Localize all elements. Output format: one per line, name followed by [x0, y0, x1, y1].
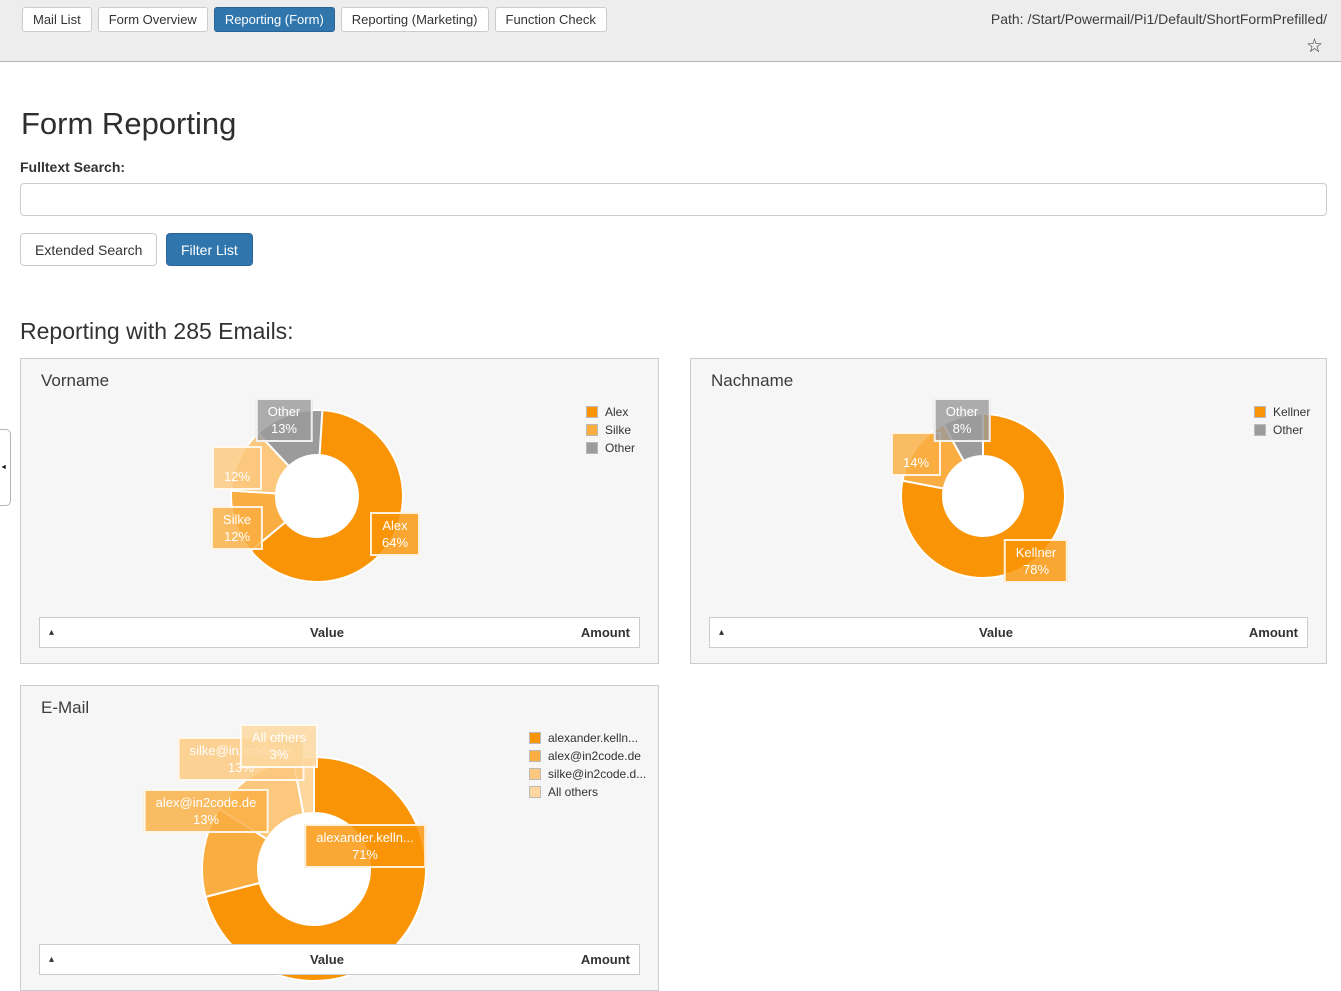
- chart-legend: Alex Silke Other: [586, 405, 635, 459]
- panel-title: Vorname: [41, 371, 109, 391]
- legend-swatch: [1254, 406, 1266, 418]
- bookmark-star-icon[interactable]: ☆: [1300, 36, 1329, 58]
- module-tabs: Mail List Form Overview Reporting (Form)…: [22, 7, 607, 32]
- slice-label: 12%: [212, 446, 262, 490]
- legend-item: Other: [586, 441, 635, 455]
- legend-label: All others: [548, 785, 598, 799]
- slice-label: alex@in2code.de13%: [144, 789, 269, 833]
- legend-label: alexander.kelln...: [548, 731, 638, 745]
- legend-item: alex@in2code.de: [529, 749, 646, 763]
- section-title: Reporting with 285 Emails:: [20, 318, 294, 345]
- tab-function-check[interactable]: Function Check: [495, 7, 607, 32]
- column-header-value[interactable]: Value: [73, 952, 581, 967]
- slice-label: alexander.kelln...71%: [304, 824, 426, 868]
- tab-form-overview[interactable]: Form Overview: [98, 7, 208, 32]
- result-table-header: ▴ Value Amount: [39, 617, 640, 648]
- fulltext-search-label: Fulltext Search:: [20, 159, 125, 175]
- column-header-amount[interactable]: Amount: [581, 625, 630, 640]
- legend-swatch: [529, 786, 541, 798]
- legend-item: All others: [529, 785, 646, 799]
- top-toolbar: Mail List Form Overview Reporting (Form)…: [0, 0, 1341, 62]
- collapse-left-icon: ◄: [0, 464, 7, 471]
- legend-item: alexander.kelln...: [529, 731, 646, 745]
- column-header-amount[interactable]: Amount: [581, 952, 630, 967]
- legend-label: Other: [1273, 423, 1303, 437]
- panel-title: Nachname: [711, 371, 793, 391]
- breadcrumb-path: Path: /Start/Powermail/Pi1/Default/Short…: [991, 11, 1327, 27]
- result-table-header: ▴ Value Amount: [39, 944, 640, 975]
- slice-label: Silke12%: [211, 506, 263, 550]
- legend-swatch: [586, 442, 598, 454]
- column-header-value[interactable]: Value: [73, 625, 581, 640]
- legend-label: silke@in2code.d...: [548, 767, 646, 781]
- slice-label: Alex64%: [370, 512, 420, 556]
- legend-label: Silke: [605, 423, 631, 437]
- legend-swatch: [529, 750, 541, 762]
- sidebar-collapse-handle[interactable]: ◄: [0, 429, 11, 506]
- sort-asc-icon[interactable]: ▴: [49, 627, 73, 638]
- sort-asc-icon[interactable]: ▴: [719, 627, 743, 638]
- chart-panel-vorname: Alex64% Silke12% 12%Other13% Alex Silke Othe…: [20, 358, 659, 664]
- tab-reporting-marketing[interactable]: Reporting (Marketing): [341, 7, 489, 32]
- legend-label: alex@in2code.de: [548, 749, 641, 763]
- legend-swatch: [529, 768, 541, 780]
- legend-item: Silke: [586, 423, 635, 437]
- slice-label: Other13%: [256, 398, 313, 442]
- page-title: Form Reporting: [21, 106, 236, 142]
- slice-label: Other8%: [934, 398, 991, 442]
- slice-label: All others3%: [240, 724, 318, 768]
- tab-reporting-form[interactable]: Reporting (Form): [214, 7, 335, 32]
- legend-swatch: [586, 424, 598, 436]
- chart-panel-nachname: Kellner78% 14%Other8%KellnerOther Nachna…: [690, 358, 1327, 664]
- legend-label: Alex: [605, 405, 628, 419]
- legend-swatch: [586, 406, 598, 418]
- filter-list-button[interactable]: Filter List: [166, 233, 253, 266]
- column-header-value[interactable]: Value: [743, 625, 1249, 640]
- chart-panel-email: alexander.kelln...71% alex@in2code.de13% s…: [20, 685, 659, 991]
- legend-item: Kellner: [1254, 405, 1310, 419]
- chart-legend: alexander.kelln... alex@in2code.de silke@i…: [529, 731, 646, 803]
- chart-legend: Kellner Other: [1254, 405, 1310, 441]
- result-table-header: ▴ Value Amount: [709, 617, 1308, 648]
- legend-item: silke@in2code.d...: [529, 767, 646, 781]
- slice-label: Kellner78%: [1004, 539, 1068, 583]
- legend-swatch: [529, 732, 541, 744]
- fulltext-search-input[interactable]: [20, 183, 1327, 216]
- sort-asc-icon[interactable]: ▴: [49, 954, 73, 965]
- extended-search-button[interactable]: Extended Search: [20, 233, 157, 266]
- legend-item: Other: [1254, 423, 1310, 437]
- tab-mail-list[interactable]: Mail List: [22, 7, 92, 32]
- column-header-amount[interactable]: Amount: [1249, 625, 1298, 640]
- panel-title: E-Mail: [41, 698, 89, 718]
- legend-swatch: [1254, 424, 1266, 436]
- legend-item: Alex: [586, 405, 635, 419]
- legend-label: Other: [605, 441, 635, 455]
- legend-label: Kellner: [1273, 405, 1310, 419]
